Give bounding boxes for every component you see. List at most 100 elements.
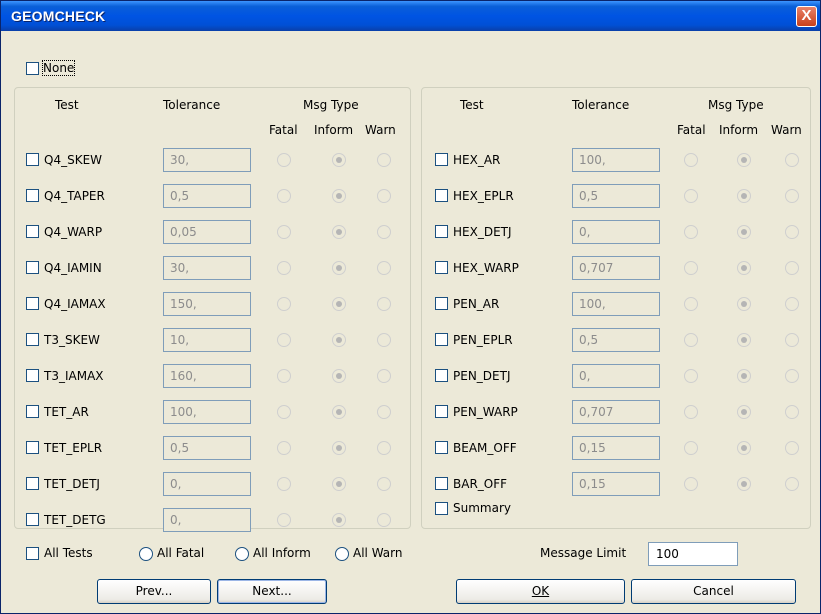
warn-radio[interactable] — [785, 189, 799, 203]
fatal-radio[interactable] — [684, 153, 698, 167]
fatal-radio[interactable] — [277, 441, 291, 455]
all-warn-radio[interactable] — [335, 547, 349, 561]
fatal-radio[interactable] — [277, 477, 291, 491]
fatal-radio[interactable] — [277, 225, 291, 239]
inform-radio[interactable] — [332, 441, 346, 455]
warn-radio[interactable] — [377, 513, 391, 527]
warn-radio[interactable] — [785, 225, 799, 239]
test-checkbox[interactable] — [26, 441, 39, 454]
test-checkbox[interactable] — [435, 153, 448, 166]
warn-radio[interactable] — [377, 477, 391, 491]
inform-radio[interactable] — [737, 189, 751, 203]
inform-radio[interactable] — [332, 405, 346, 419]
test-checkbox[interactable] — [26, 405, 39, 418]
test-checkbox[interactable] — [26, 261, 39, 274]
tolerance-input[interactable]: 0,5 — [572, 184, 660, 208]
warn-radio[interactable] — [377, 297, 391, 311]
fatal-radio[interactable] — [277, 333, 291, 347]
test-checkbox[interactable] — [435, 261, 448, 274]
test-checkbox[interactable] — [26, 297, 39, 310]
inform-radio[interactable] — [737, 153, 751, 167]
fatal-radio[interactable] — [684, 261, 698, 275]
all-inform-radio[interactable] — [235, 547, 249, 561]
tolerance-input[interactable]: 160, — [163, 364, 251, 388]
test-checkbox[interactable] — [435, 189, 448, 202]
test-checkbox[interactable] — [26, 477, 39, 490]
inform-radio[interactable] — [737, 441, 751, 455]
inform-radio[interactable] — [332, 333, 346, 347]
prev-button[interactable]: Prev... — [97, 579, 211, 604]
warn-radio[interactable] — [377, 441, 391, 455]
fatal-radio[interactable] — [684, 477, 698, 491]
warn-radio[interactable] — [377, 405, 391, 419]
inform-radio[interactable] — [332, 153, 346, 167]
tolerance-input[interactable]: 100, — [572, 292, 660, 316]
inform-radio[interactable] — [332, 297, 346, 311]
tolerance-input[interactable]: 0, — [163, 472, 251, 496]
inform-radio[interactable] — [737, 225, 751, 239]
inform-radio[interactable] — [737, 333, 751, 347]
next-button[interactable]: Next... — [217, 579, 327, 604]
tolerance-input[interactable]: 0,707 — [572, 256, 660, 280]
warn-radio[interactable] — [377, 189, 391, 203]
warn-radio[interactable] — [377, 225, 391, 239]
warn-radio[interactable] — [377, 333, 391, 347]
tolerance-input[interactable]: 100, — [572, 148, 660, 172]
tolerance-input[interactable]: 150, — [163, 292, 251, 316]
test-checkbox[interactable] — [26, 189, 39, 202]
cancel-button[interactable]: Cancel — [631, 579, 796, 604]
inform-radio[interactable] — [332, 225, 346, 239]
warn-radio[interactable] — [785, 297, 799, 311]
inform-radio[interactable] — [332, 261, 346, 275]
fatal-radio[interactable] — [684, 297, 698, 311]
fatal-radio[interactable] — [277, 405, 291, 419]
test-checkbox[interactable] — [435, 297, 448, 310]
warn-radio[interactable] — [785, 405, 799, 419]
test-checkbox[interactable] — [26, 333, 39, 346]
test-checkbox[interactable] — [26, 153, 39, 166]
fatal-radio[interactable] — [277, 297, 291, 311]
tolerance-input[interactable]: 30, — [163, 256, 251, 280]
warn-radio[interactable] — [785, 333, 799, 347]
fatal-radio[interactable] — [277, 261, 291, 275]
inform-radio[interactable] — [332, 369, 346, 383]
fatal-radio[interactable] — [277, 189, 291, 203]
inform-radio[interactable] — [737, 297, 751, 311]
test-checkbox[interactable] — [435, 225, 448, 238]
all-fatal-radio[interactable] — [139, 547, 153, 561]
all-tests-checkbox[interactable] — [26, 547, 39, 560]
test-checkbox[interactable] — [435, 405, 448, 418]
test-checkbox[interactable] — [26, 513, 39, 526]
fatal-radio[interactable] — [277, 513, 291, 527]
tolerance-input[interactable]: 0,5 — [163, 184, 251, 208]
tolerance-input[interactable]: 0, — [572, 220, 660, 244]
close-button[interactable]: X — [796, 6, 817, 27]
tolerance-input[interactable]: 0, — [163, 508, 251, 532]
tolerance-input[interactable]: 0,05 — [163, 220, 251, 244]
warn-radio[interactable] — [377, 261, 391, 275]
title-bar[interactable]: GEOMCHECK X — [1, 1, 820, 31]
warn-radio[interactable] — [785, 441, 799, 455]
inform-radio[interactable] — [737, 369, 751, 383]
warn-radio[interactable] — [377, 153, 391, 167]
fatal-radio[interactable] — [277, 153, 291, 167]
tolerance-input[interactable]: 0, — [572, 364, 660, 388]
inform-radio[interactable] — [737, 405, 751, 419]
message-limit-input[interactable]: 100 — [648, 542, 738, 566]
tolerance-input[interactable]: 0,15 — [572, 472, 660, 496]
tolerance-input[interactable]: 0,5 — [572, 328, 660, 352]
inform-radio[interactable] — [332, 189, 346, 203]
fatal-radio[interactable] — [684, 441, 698, 455]
warn-radio[interactable] — [785, 153, 799, 167]
tolerance-input[interactable]: 30, — [163, 148, 251, 172]
test-checkbox[interactable] — [435, 477, 448, 490]
none-checkbox[interactable] — [26, 62, 39, 75]
warn-radio[interactable] — [377, 369, 391, 383]
inform-radio[interactable] — [737, 261, 751, 275]
warn-radio[interactable] — [785, 477, 799, 491]
fatal-radio[interactable] — [684, 369, 698, 383]
test-checkbox[interactable] — [435, 333, 448, 346]
fatal-radio[interactable] — [684, 405, 698, 419]
tolerance-input[interactable]: 100, — [163, 400, 251, 424]
tolerance-input[interactable]: 0,15 — [572, 436, 660, 460]
